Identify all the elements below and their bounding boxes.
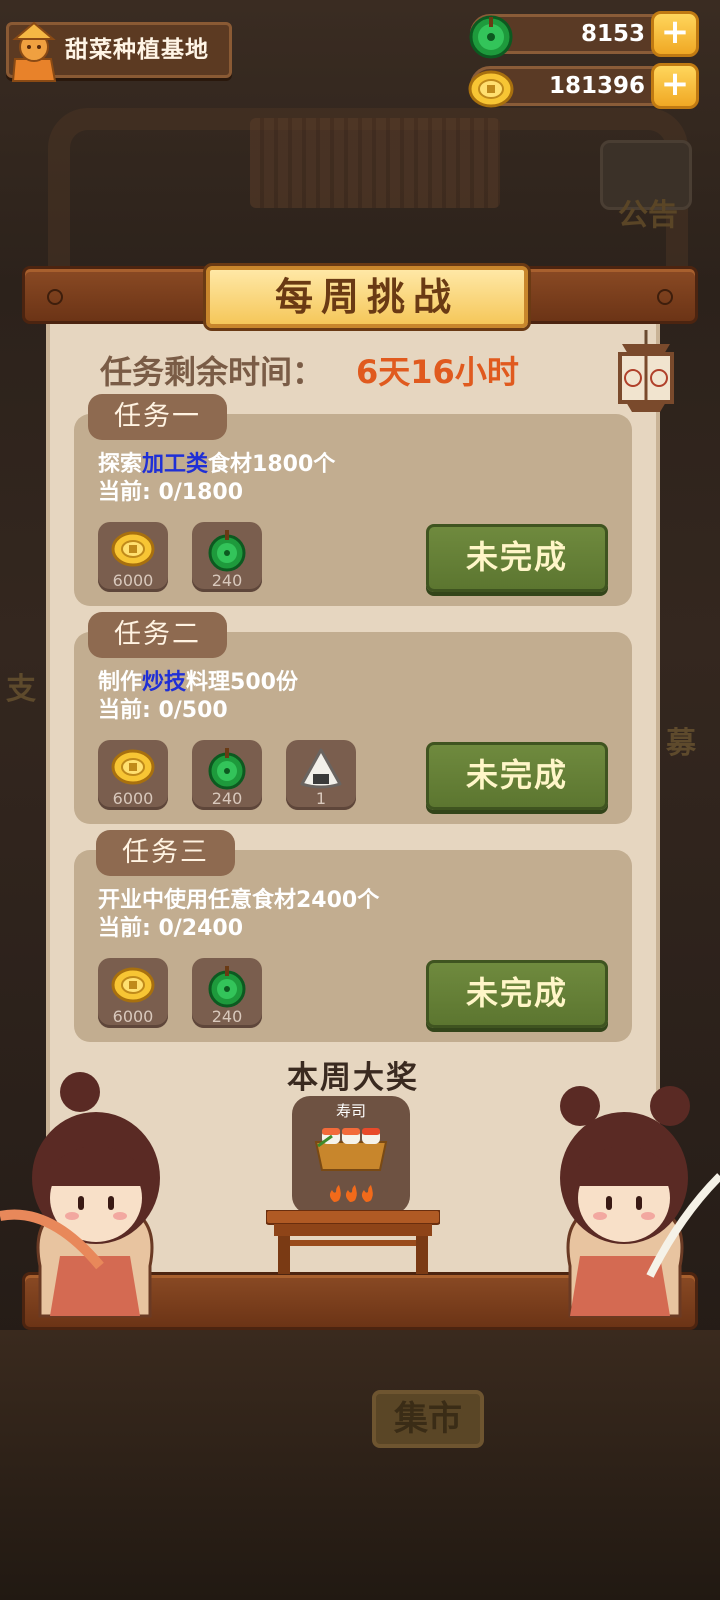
reward-amount: 6000 xyxy=(112,571,154,590)
gold-coin-icon xyxy=(111,967,155,1003)
gold-coin-icon xyxy=(111,749,155,785)
task-card-3: 任务三 开业中使用任意食材2400个 当前: 0/2400 6000 240 未… xyxy=(74,830,632,1042)
add-gold-button[interactable]: + xyxy=(651,63,699,109)
reward-gold-3[interactable]: 6000 xyxy=(98,958,168,1028)
prize-name: 寿司 xyxy=(335,1102,366,1120)
reward-jade-3[interactable]: 240 xyxy=(192,958,262,1028)
task-status-button-1[interactable]: 未完成 xyxy=(426,524,608,592)
jade-coin-icon xyxy=(208,966,246,1008)
reward-gold-1[interactable]: 6000 xyxy=(98,522,168,592)
task-description-3: 开业中使用任意食材2400个 xyxy=(98,888,380,913)
background-side-left: 支 xyxy=(6,672,36,707)
flame-icon xyxy=(361,1185,373,1202)
prize-table xyxy=(266,1210,440,1274)
add-jade-button[interactable]: + xyxy=(651,11,699,57)
remaining-time-row: 任务剩余时间： 6天16小时 xyxy=(100,350,519,394)
task-card-2: 任务二 制作炒技料理500份 当前: 0/500 6000 240 1 未完成 xyxy=(74,612,632,824)
background-market-sign: 集市 xyxy=(372,1390,484,1448)
reward-amount: 240 xyxy=(211,571,243,590)
remaining-time-value: 6天16小时 xyxy=(356,353,519,391)
reward-jade-1[interactable]: 240 xyxy=(192,522,262,592)
reward-amount: 6000 xyxy=(112,1007,154,1026)
location-banner[interactable]: 甜菜种植基地 xyxy=(6,21,232,82)
task-status-button-3[interactable]: 未完成 xyxy=(426,960,608,1028)
right-girl-character xyxy=(560,1086,720,1318)
flame-icon xyxy=(329,1185,341,1202)
sushi-icon xyxy=(314,1128,388,1171)
location-name: 甜菜种植基地 xyxy=(65,37,209,63)
reward-jade-2[interactable]: 240 xyxy=(192,740,262,810)
task-highlight-1: 加工类 xyxy=(142,452,209,477)
flame-icon xyxy=(345,1185,357,1202)
remaining-time-label: 任务剩余时间： xyxy=(100,353,325,391)
background-market xyxy=(0,1330,720,1600)
gold-coin-icon xyxy=(468,70,514,108)
background-notice-label: 公告 xyxy=(618,198,678,233)
reward-gold-2[interactable]: 6000 xyxy=(98,740,168,810)
background-side-right: 募 xyxy=(666,726,696,761)
task-highlight-2: 炒技 xyxy=(142,670,187,695)
panel-title: 每周挑战 xyxy=(206,266,528,328)
flame-rating xyxy=(329,1185,373,1202)
background-roof xyxy=(250,118,500,208)
gold-coin-icon xyxy=(111,531,155,567)
reward-amount: 6000 xyxy=(112,789,154,808)
reward-amount: 240 xyxy=(211,1007,243,1026)
task-progress-3: 当前: 0/2400 xyxy=(98,916,244,941)
reward-amount: 240 xyxy=(211,789,243,808)
task-tab-2: 任务二 xyxy=(88,612,227,658)
task-tab-1: 任务一 xyxy=(88,394,227,440)
rice-ball-icon xyxy=(300,748,342,789)
jade-amount: 8153 xyxy=(580,21,645,47)
jade-coin-icon xyxy=(208,748,246,790)
jade-coin-icon xyxy=(469,15,513,59)
task-description-2: 制作炒技料理500份 xyxy=(98,670,298,695)
task-tab-3: 任务三 xyxy=(96,830,235,876)
task-card-1: 任务一 探索加工类食材1800个 当前: 0/1800 6000 240 未完成 xyxy=(74,394,632,606)
farmer-avatar-icon xyxy=(11,21,57,82)
task-progress-2: 当前: 0/500 xyxy=(98,698,228,723)
reward-amount: 1 xyxy=(315,789,327,808)
gold-currency-bar: 181396 + xyxy=(468,63,699,109)
task-progress-1: 当前: 0/1800 xyxy=(98,480,244,505)
jade-coin-icon xyxy=(208,530,246,572)
task-status-button-2[interactable]: 未完成 xyxy=(426,742,608,810)
lantern-icon xyxy=(618,330,674,412)
gold-amount: 181396 xyxy=(548,73,645,99)
jade-currency-bar: 8153 + xyxy=(469,11,699,59)
task-description-1: 探索加工类食材1800个 xyxy=(98,452,336,477)
reward-rice-ball-2[interactable]: 1 xyxy=(286,740,356,810)
weekly-prize-box[interactable]: 寿司 xyxy=(292,1096,410,1214)
left-girl-character xyxy=(0,1072,160,1318)
